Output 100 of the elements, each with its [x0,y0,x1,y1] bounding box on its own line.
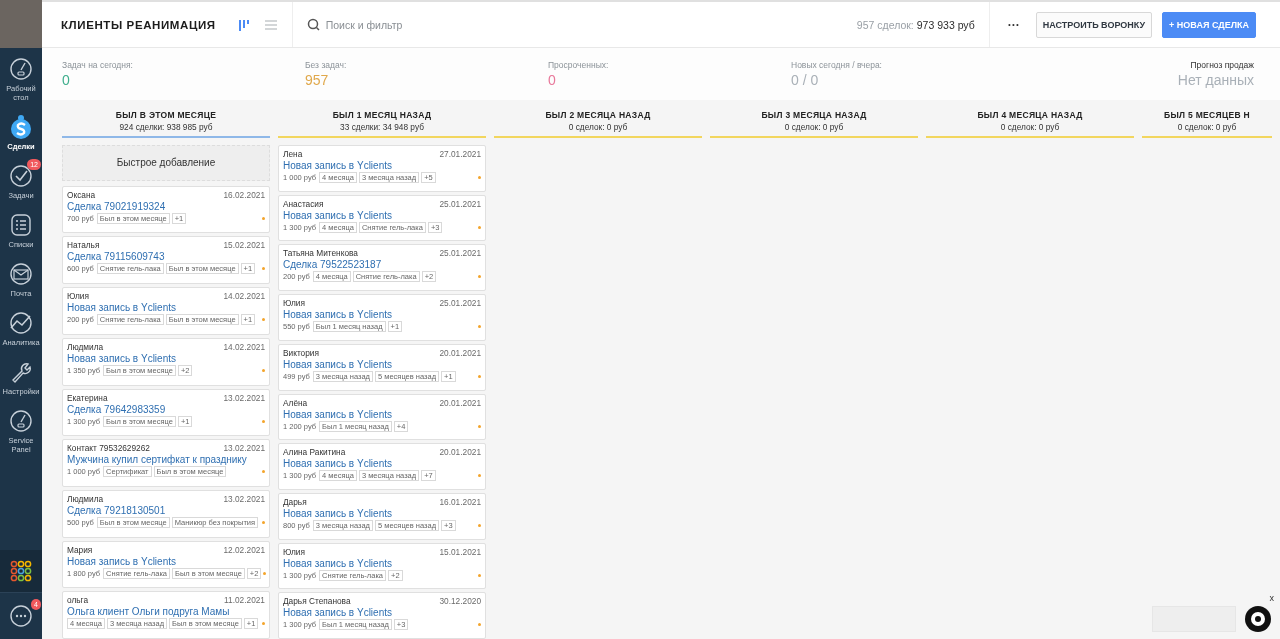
dot-icon [478,523,481,527]
deal-date: 13.02.2021 [223,443,265,454]
deal-date: 25.01.2021 [439,248,481,259]
stat-value: 0 [548,72,557,88]
contact-name: Людмила [67,493,104,504]
kanban-view-icon[interactable] [237,17,252,32]
deal-title-link[interactable]: Новая запись в Yclients [283,358,481,370]
deal-title-link[interactable]: Новая запись в Yclients [283,458,481,470]
close-button[interactable]: x [1269,593,1274,603]
contact-name: Алёна [283,397,308,408]
stat-label: Задач на сегодня: [62,60,134,70]
deal-date: 30.12.2020 [439,596,481,607]
checkmark-icon [9,164,33,188]
setup-pipeline-button[interactable]: НАСТРОИТЬ ВОРОНКУ [1035,11,1153,38]
dot-icon [478,424,481,428]
contact-name: Анастасия [283,198,324,209]
deal-title-link[interactable]: Новая запись в Yclients [67,302,265,314]
column-summary: 0 сделок: 0 руб [568,122,628,132]
forecast-value: Нет данных [1177,72,1254,88]
deal-date: 14.02.2021 [223,291,265,302]
contact-name: Дарья Степанова [283,596,351,607]
deal-date: 25.01.2021 [439,198,481,209]
money-bag-icon [9,114,33,140]
contact-name: ольга [67,595,89,606]
contact-name: Оксана [67,189,96,200]
stat-label: Новых сегодня / вчера: [791,60,883,70]
deal-date: 20.01.2021 [439,447,481,458]
column-title: БЫЛ 2 МЕСЯЦА НАЗАД [545,110,651,120]
deal-date: 13.02.2021 [223,493,265,504]
contact-name: Людмила [67,341,104,352]
deal-title-link[interactable]: Новая запись в Yclients [283,557,481,569]
contact-name: Алина Ракитина [283,447,346,458]
deal-title-link[interactable]: Сделка 79218130501 [67,504,265,516]
column-summary: 33 сделки: 34 948 руб [340,122,424,132]
deal-date: 13.02.2021 [223,392,265,403]
dot-icon [262,520,265,524]
deal-title-link[interactable]: Сделка 79115609743 [67,251,265,263]
column-title: БЫЛ 4 МЕСЯЦА НАЗАД [977,110,1083,120]
apps-grid-icon[interactable] [10,560,32,582]
column-summary: 924 сделки: 938 985 руб [119,122,213,132]
deal-date: 15.01.2021 [439,546,481,557]
dot-icon [478,325,481,329]
contact-name: Лена [283,149,303,159]
deal-date: 27.01.2021 [439,149,481,159]
line-chart-icon [9,311,33,335]
dot-icon [478,275,481,279]
dot-icon [478,225,481,229]
deal-date: 15.02.2021 [223,240,265,251]
contact-name: Юлия [283,298,305,309]
contact-name: Екатерина [67,392,108,403]
contact-name: Татьяна Митенкова [283,248,358,259]
contact-name: Юлия [283,546,305,557]
deal-title-link[interactable]: Ольга клиент Ольги подруга Мамы [67,606,265,618]
dot-icon [478,573,481,577]
stat-value: 0 / 0 [791,72,820,88]
quick-add-button[interactable]: Быстрое добавление [62,145,270,181]
stat-label: Без задач: [305,60,348,70]
deal-title-link[interactable]: Сделка 79642983359 [67,403,265,415]
deal-title-link[interactable]: Новая запись в Yclients [67,352,265,364]
deal-count-label: 957 сделок: [856,18,914,31]
deal-date: 20.01.2021 [439,397,481,408]
column-summary: 0 сделок: 0 руб [1177,122,1237,132]
deal-date: 16.02.2021 [223,189,265,200]
dot-icon [262,216,265,220]
list-icon [9,213,33,237]
deal-title-link[interactable]: Новая запись в Yclients [283,507,481,519]
gauge-icon [9,409,33,433]
chat-bubble-icon[interactable] [9,604,33,628]
search-icon [306,18,320,31]
contact-name: Виктория [283,347,319,358]
column-title: БЫЛ В ЭТОМ МЕСЯЦЕ [115,110,217,120]
contact-name: Контакт 79532629262 [67,443,150,454]
dot-icon [262,267,265,271]
more-button[interactable]: ··· [1001,17,1026,32]
deal-title-link[interactable]: Новая запись в Yclients [283,607,481,619]
envelope-icon [9,262,33,286]
stat-label: Просроченных: [548,60,610,70]
deal-title-link[interactable]: Новая запись в Yclients [283,209,481,221]
dot-icon [478,374,481,378]
dot-icon [478,474,481,478]
dot-icon [262,318,265,322]
deal-title-link[interactable]: Новая запись в Yclients [283,309,481,321]
contact-name: Наталья [67,240,100,251]
deal-title-link[interactable]: Сделка 79021919324 [67,200,265,212]
dot-icon [262,419,265,423]
contact-name: Дарья [283,496,307,507]
dot-icon [478,176,481,179]
new-deal-button[interactable]: + НОВАЯ СДЕЛКА [1162,11,1256,38]
deal-title-link[interactable]: Новая запись в Yclients [283,160,481,171]
dot-icon [263,571,267,575]
column-title: БЫЛ 5 МЕСЯЦЕВ Н [1164,110,1250,120]
chat-button-icon[interactable] [1244,605,1272,633]
deal-date: 16.01.2021 [439,496,481,507]
deal-date: 12.02.2021 [223,544,265,555]
stat-value: 957 [305,72,330,88]
deal-title-link[interactable]: Новая запись в Yclients [283,408,481,420]
deal-title-link[interactable]: Новая запись в Yclients [67,555,265,567]
deal-title-link[interactable]: Сделка 79522523187 [283,259,481,271]
deal-title-link[interactable]: Мужчина купил сертифкат к празднику [67,454,265,466]
contact-name: Юлия [67,291,89,302]
